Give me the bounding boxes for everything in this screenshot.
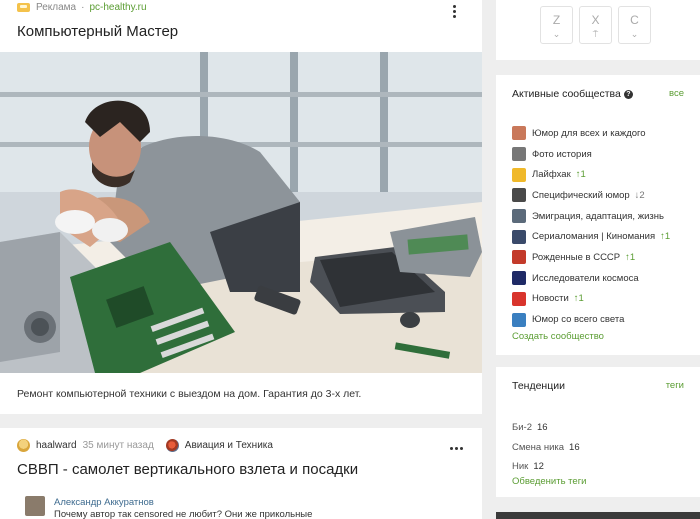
ad-more-icon[interactable] [447, 3, 461, 19]
community-name: Новости [532, 293, 569, 305]
community-icon [512, 250, 526, 265]
community-item[interactable]: Новости ↑1 [512, 289, 670, 310]
community-name: Исследователи космоса [532, 272, 639, 284]
ad-photo[interactable] [0, 52, 482, 373]
community-name: Юмор со всего света [532, 314, 625, 326]
author-avatar[interactable] [17, 439, 30, 452]
community-trend: ↑1 [625, 251, 636, 263]
trend-name: Би-2 [512, 422, 532, 434]
community-icon[interactable] [165, 439, 179, 452]
community-name: Сериаломания | Киномания [532, 231, 656, 243]
trend-name: Ник [512, 461, 529, 473]
ad-separator: · [81, 1, 85, 13]
trend-item[interactable]: Смена ника 16 [512, 438, 580, 458]
ad-label: Реклама [36, 1, 77, 13]
ad-title[interactable]: Компьютерный Мастер [17, 23, 178, 40]
keyboard-widget: Z ⌄ X ⍑ C ⌄ [496, 0, 700, 60]
community-item[interactable]: Специфический юмор ↓2 [512, 185, 670, 206]
community-item[interactable]: Лайфхак ↑1 [512, 164, 670, 185]
trend-count: 16 [537, 422, 548, 434]
trend-name: Смена ника [512, 441, 565, 453]
community-icon [512, 312, 526, 327]
ad-icon [17, 2, 30, 12]
trend-count: 12 [533, 461, 544, 473]
community-icon [512, 209, 526, 224]
community-icon [512, 147, 526, 162]
community-icon [512, 167, 526, 182]
bottom-banner[interactable] [496, 512, 700, 519]
community-item[interactable]: Фото история [512, 144, 670, 165]
community-trend: ↑1 [575, 169, 586, 181]
question-icon[interactable]: ? [623, 89, 633, 99]
communities-all-link[interactable]: все [669, 88, 684, 99]
ad-description: Ремонт компьютерной техники с выездом на… [17, 388, 362, 400]
trend-item[interactable]: Ник 12 [512, 457, 580, 477]
community-name: Рожденные в СССР [532, 251, 621, 263]
community-item[interactable]: Рожденные в СССР ↑1 [512, 247, 670, 268]
community-icon [512, 291, 526, 306]
trends-card: Тенденции теги Би-2 16 Смена ника 16 Ник 12 О… [496, 367, 700, 497]
trends-title: Тенденции [512, 380, 565, 392]
community-item[interactable]: Юмор со всего света [512, 309, 670, 330]
ad-header: Реклама · pc-healthy.ru [17, 0, 147, 14]
trend-item[interactable]: Би-2 16 [512, 418, 580, 438]
ad-site-link[interactable]: pc-healthy.ru [89, 2, 146, 13]
community-trend: ↑1 [660, 231, 671, 243]
community-item[interactable]: Эмиграция, адаптация, жизнь [512, 206, 670, 227]
key-z[interactable]: Z ⌄ [540, 6, 573, 44]
post-time: 35 минут назад [82, 440, 154, 451]
find-tags-link[interactable]: Обведенить теги [512, 476, 586, 487]
community-icon [512, 229, 526, 244]
key-x[interactable]: X ⍑ [579, 6, 612, 44]
post-card: haalward 35 минут назад Авиация и Техник… [0, 428, 482, 519]
community-icon [512, 188, 526, 203]
communities-title: Активные сообщества ? [512, 88, 633, 100]
community-icon [512, 126, 526, 141]
post-more-icon[interactable] [449, 440, 463, 456]
comment-author[interactable]: Александр Аккуратнов [54, 497, 154, 508]
community-name: Специфический юмор [532, 189, 630, 201]
community-name: Юмор для всех и каждого [532, 127, 646, 139]
post-title[interactable]: СВВП - самолет вертикального взлета и по… [17, 461, 358, 478]
community-name: Эмиграция, адаптация, жизнь [532, 210, 664, 222]
ad-card[interactable]: Реклама · pc-healthy.ru Компьютерный Мас… [0, 0, 482, 414]
comment-text: Почему автор так censored не любит? Они … [54, 509, 313, 519]
comment-avatar[interactable] [25, 496, 45, 516]
trend-count: 16 [569, 441, 580, 453]
community-icon [512, 271, 526, 286]
key-c[interactable]: C ⌄ [618, 6, 651, 44]
post-meta: haalward 35 минут назад Авиация и Техник… [17, 439, 273, 452]
create-community-link[interactable]: Создать сообщество [512, 331, 604, 342]
community-trend: ↑1 [573, 293, 584, 305]
community-item[interactable]: Сериаломания | Киномания ↑1 [512, 226, 670, 247]
communities-list: Юмор для всех и каждого Фото история Лайфх… [512, 123, 670, 330]
community-name: Лайфхак [532, 169, 571, 181]
post-author[interactable]: haalward [36, 440, 77, 451]
community-name: Фото история [532, 148, 592, 160]
trends-list: Би-2 16 Смена ника 16 Ник 12 [512, 418, 580, 477]
trends-tags-link[interactable]: теги [666, 380, 684, 391]
community-trend: ↓2 [634, 189, 645, 201]
community-item[interactable]: Исследователи космоса [512, 268, 670, 289]
active-communities-card: Активные сообщества ? все Юмор для всех … [496, 75, 700, 355]
community-item[interactable]: Юмор для всех и каждого [512, 123, 670, 144]
post-community[interactable]: Авиация и Техника [185, 440, 273, 451]
